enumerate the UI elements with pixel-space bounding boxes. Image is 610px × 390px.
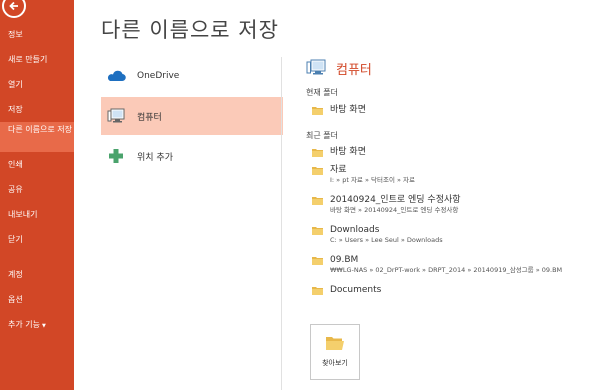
nav-options[interactable]: 옵션 xyxy=(0,287,74,312)
folder-icon xyxy=(312,197,323,205)
folder-name: 09.BM xyxy=(330,255,359,265)
folder-path: 바탕 화면 » 20140924_인트로 엔딩 수정사항 xyxy=(330,206,459,214)
location-label: OneDrive xyxy=(137,71,180,81)
nav-print[interactable]: 인쇄 xyxy=(0,152,74,177)
save-locations: OneDrive 컴퓨터 위치 추가 xyxy=(101,57,283,177)
nav-save[interactable]: 저장 xyxy=(0,97,74,122)
panel-title: 컴퓨터 xyxy=(336,62,372,78)
folder-icon xyxy=(312,149,323,157)
recent-folder-item[interactable]: Documents xyxy=(306,284,606,302)
folder-name: 자료 xyxy=(330,165,347,175)
folder-name: Documents xyxy=(330,285,382,295)
column-divider xyxy=(281,57,282,390)
browse-label: 찾아보기 xyxy=(322,359,348,367)
caret-down-icon: ▼ xyxy=(41,323,46,329)
nav-addins-label: 추가 기능 xyxy=(8,320,40,329)
folder-name: Downloads xyxy=(330,225,380,235)
folder-name: 바탕 화면 xyxy=(330,147,366,157)
nav-account[interactable]: 계정 xyxy=(0,262,74,287)
computer-icon xyxy=(306,59,328,77)
location-onedrive[interactable]: OneDrive xyxy=(101,57,283,95)
nav-export[interactable]: 내보내기 xyxy=(0,202,74,227)
recent-folders-label: 최근 폴더 xyxy=(306,131,338,140)
nav-close[interactable]: 닫기 xyxy=(0,227,74,252)
current-folder-item[interactable]: 바탕 화면 xyxy=(306,104,606,122)
folder-icon xyxy=(312,287,323,295)
location-label: 위치 추가 xyxy=(137,152,173,163)
folder-name: 20140924_인트로 엔딩 수정사항 xyxy=(330,195,461,205)
backstage-nav: 정보 새로 만들기 열기 저장 다른 이름으로 저장 인쇄 공유 내보내기 닫기… xyxy=(0,22,74,337)
browse-button[interactable]: 찾아보기 xyxy=(310,324,360,380)
computer-panel: 컴퓨터 현재 폴더 바탕 화면 최근 폴더 바탕 화면 자료 I: » pt 자… xyxy=(306,57,606,302)
recent-folder-item[interactable]: 20140924_인트로 엔딩 수정사항 바탕 화면 » 20140924_인트… xyxy=(306,194,606,224)
folder-path: ₩₩LG-NAS » 02_DrPT-work » DRPT_2014 » 20… xyxy=(330,266,563,274)
recent-folders-list: 바탕 화면 자료 I: » pt 자료 » 닥터조이 » 자료 20140924… xyxy=(306,146,606,302)
location-label: 컴퓨터 xyxy=(137,112,162,123)
folder-path: C: » Users » Lee Seul » Downloads xyxy=(330,236,443,244)
cloud-icon xyxy=(105,67,127,85)
back-button[interactable] xyxy=(2,0,26,18)
recent-folder-item[interactable]: 09.BM ₩₩LG-NAS » 02_DrPT-work » DRPT_201… xyxy=(306,254,606,284)
back-arrow-icon xyxy=(9,1,18,11)
folder-icon xyxy=(312,227,323,235)
nav-share[interactable]: 공유 xyxy=(0,177,74,202)
nav-info[interactable]: 정보 xyxy=(0,22,74,47)
nav-save-as[interactable]: 다른 이름으로 저장 xyxy=(0,122,74,152)
folder-name: 바탕 화면 xyxy=(330,105,366,115)
recent-folder-item[interactable]: Downloads C: » Users » Lee Seul » Downlo… xyxy=(306,224,606,254)
nav-new[interactable]: 새로 만들기 xyxy=(0,47,74,72)
folder-path: I: » pt 자료 » 닥터조이 » 자료 xyxy=(330,176,416,184)
open-folder-icon xyxy=(326,337,344,350)
backstage-sidebar: 정보 새로 만들기 열기 저장 다른 이름으로 저장 인쇄 공유 내보내기 닫기… xyxy=(0,0,74,390)
location-add-place[interactable]: 위치 추가 xyxy=(101,137,283,175)
computer-icon xyxy=(105,107,127,125)
recent-folder-item[interactable]: 바탕 화면 xyxy=(306,146,606,164)
location-computer[interactable]: 컴퓨터 xyxy=(101,97,283,135)
folder-icon xyxy=(312,167,323,175)
folder-icon xyxy=(312,257,323,265)
recent-folder-item[interactable]: 자료 I: » pt 자료 » 닥터조이 » 자료 xyxy=(306,164,606,194)
current-folder-label: 현재 폴더 xyxy=(306,88,338,97)
page-title: 다른 이름으로 저장 xyxy=(101,18,279,42)
plus-icon xyxy=(105,147,127,165)
panel-header: 컴퓨터 xyxy=(306,57,606,79)
folder-icon xyxy=(312,107,323,115)
nav-addins[interactable]: 추가 기능 ▼ xyxy=(0,312,74,337)
nav-open[interactable]: 열기 xyxy=(0,72,74,97)
